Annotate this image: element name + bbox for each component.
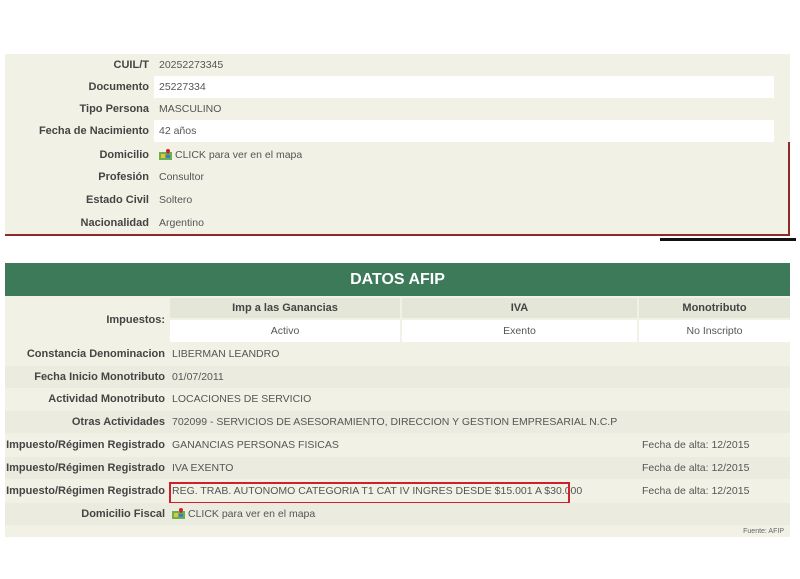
label-documento: Documento bbox=[88, 81, 150, 93]
divider-line bbox=[660, 238, 796, 241]
label-regimen-autonomo: Impuesto/Régimen Registrado bbox=[6, 485, 165, 497]
label-regimen-ganancias: Impuesto/Régimen Registrado bbox=[6, 439, 165, 451]
col-head-monotributo: Monotributo bbox=[639, 298, 790, 318]
panel-border-bottom bbox=[5, 234, 790, 236]
personal-data-panel: CUIL/T 20252273345 Documento 25227334 Ti… bbox=[5, 54, 790, 236]
value-estado-civil: Soltero bbox=[159, 194, 193, 206]
value-profesion: Consultor bbox=[159, 171, 204, 183]
row-regimen-iva: Impuesto/Régimen Registrado IVA EXENTO F… bbox=[5, 457, 790, 479]
label-nacionalidad: Nacionalidad bbox=[80, 217, 149, 229]
status-monotributo: No Inscripto bbox=[639, 320, 790, 342]
value-documento: 25227334 bbox=[154, 76, 774, 98]
row-profesion: Profesión Consultor bbox=[5, 166, 790, 188]
panel-border-right bbox=[788, 142, 790, 236]
fecha-alta-iva: Fecha de alta: 12/2015 bbox=[642, 462, 750, 474]
label-profesion: Profesión bbox=[98, 171, 149, 183]
label-otras-actividades: Otras Actividades bbox=[71, 416, 165, 428]
value-otras-actividades: 702099 - SERVICIOS DE ASESORAMIENTO, DIR… bbox=[172, 416, 618, 428]
source-note: Fuente: AFIP bbox=[743, 528, 784, 535]
row-domicilio-fiscal: Domicilio Fiscal CLICK para ver en el ma… bbox=[5, 503, 790, 525]
row-actividad-monotributo: Actividad Monotributo LOCACIONES DE SERV… bbox=[5, 388, 790, 410]
col-head-iva: IVA bbox=[402, 298, 637, 318]
label-regimen-iva: Impuesto/Régimen Registrado bbox=[6, 462, 165, 474]
label-estado-civil: Estado Civil bbox=[86, 194, 149, 206]
value-tipo-persona: MASCULINO bbox=[159, 103, 222, 115]
row-tipo-persona: Tipo Persona MASCULINO bbox=[5, 98, 790, 120]
value-actividad-monotributo: LOCACIONES DE SERVICIO bbox=[172, 393, 312, 405]
domicilio-map-link[interactable]: CLICK para ver en el mapa bbox=[154, 144, 302, 166]
row-estado-civil: Estado Civil Soltero bbox=[5, 189, 790, 211]
value-nacionalidad: Argentino bbox=[159, 217, 204, 229]
value-fecha-inicio-monotributo: 01/07/2011 bbox=[172, 371, 224, 383]
value-cuil: 20252273345 bbox=[159, 59, 224, 71]
afip-title: DATOS AFIP bbox=[5, 263, 790, 296]
afip-panel: DATOS AFIP Impuestos: Imp a las Ganancia… bbox=[5, 263, 790, 537]
value-regimen-iva: IVA EXENTO bbox=[172, 462, 234, 474]
value-fecha-nacimiento: 42 años bbox=[154, 120, 774, 142]
row-documento: Documento 25227334 bbox=[5, 76, 790, 98]
label-actividad-monotributo: Actividad Monotributo bbox=[48, 393, 165, 405]
fecha-alta-autonomo: Fecha de alta: 12/2015 bbox=[642, 485, 750, 497]
value-regimen-ganancias: GANANCIAS PERSONAS FISICAS bbox=[172, 439, 339, 451]
map-icon bbox=[159, 149, 172, 160]
row-cuil: CUIL/T 20252273345 bbox=[5, 54, 790, 76]
domicilio-link-text: CLICK para ver en el mapa bbox=[175, 149, 303, 161]
highlight-box bbox=[169, 482, 570, 504]
status-ganancias: Activo bbox=[170, 320, 400, 342]
status-iva: Exento bbox=[402, 320, 637, 342]
row-otras-actividades: Otras Actividades 702099 - SERVICIOS DE … bbox=[5, 411, 790, 433]
row-fecha-inicio-monotributo: Fecha Inicio Monotributo 01/07/2011 bbox=[5, 366, 790, 388]
label-domicilio-fiscal: Domicilio Fiscal bbox=[81, 508, 165, 520]
row-regimen-ganancias: Impuesto/Régimen Registrado GANANCIAS PE… bbox=[5, 434, 790, 456]
domicilio-fiscal-link-text: CLICK para ver en el mapa bbox=[188, 508, 316, 520]
fecha-alta-ganancias: Fecha de alta: 12/2015 bbox=[642, 439, 750, 451]
domicilio-fiscal-map-link[interactable]: CLICK para ver en el mapa bbox=[172, 503, 315, 525]
label-fecha-nacimiento: Fecha de Nacimiento bbox=[38, 125, 149, 137]
label-cuil: CUIL/T bbox=[113, 59, 149, 71]
impuestos-label: Impuestos: bbox=[106, 314, 165, 326]
label-tipo-persona: Tipo Persona bbox=[79, 103, 149, 115]
row-fecha-nacimiento: Fecha de Nacimiento 42 años bbox=[5, 120, 790, 142]
row-constancia-denominacion: Constancia Denominacion LIBERMAN LEANDRO bbox=[5, 343, 790, 365]
label-fecha-inicio-monotributo: Fecha Inicio Monotributo bbox=[34, 371, 165, 383]
label-constancia-denominacion: Constancia Denominacion bbox=[26, 348, 165, 360]
row-domicilio: Domicilio CLICK para ver en el mapa bbox=[5, 144, 790, 166]
map-icon bbox=[172, 508, 185, 519]
col-head-ganancias: Imp a las Ganancias bbox=[170, 298, 400, 318]
value-constancia-denominacion: LIBERMAN LEANDRO bbox=[172, 348, 280, 360]
row-nacionalidad: Nacionalidad Argentino bbox=[5, 212, 790, 234]
label-domicilio: Domicilio bbox=[99, 149, 149, 161]
